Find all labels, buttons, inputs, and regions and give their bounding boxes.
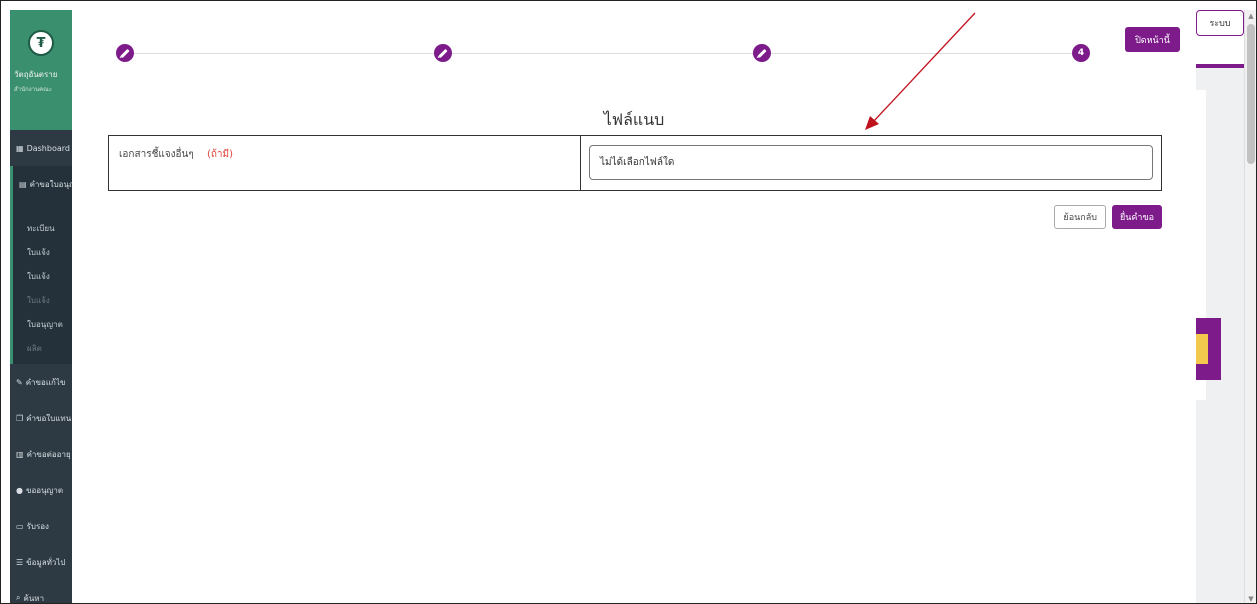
sidebar-item[interactable]: ● ขออนุญาต [10, 472, 72, 508]
step-2-done[interactable] [434, 44, 452, 62]
sidebar-item[interactable]: ▭ รับรอง [10, 508, 72, 544]
sidebar-item-requests[interactable]: ▤ คำขอใบอนุญาต [13, 170, 72, 198]
file-input[interactable]: ไม่ได้เลือกไฟล์ใด [589, 145, 1153, 180]
step-3-done[interactable] [753, 44, 771, 62]
brand-title: วัตถุอันตราย [14, 70, 58, 79]
circle-icon: ● [16, 485, 23, 495]
close-page-button[interactable]: ปิดหน้านี้ [1125, 27, 1180, 52]
optional-marker: (ถ้ามี) [206, 149, 234, 160]
brand-subtitle: สำนักงานคณะ [14, 86, 52, 93]
system-button[interactable]: ระบบ [1196, 10, 1244, 36]
form-actions: ย้อนกลับ ยื่นคำขอ [1054, 205, 1162, 229]
sidebar-subitem[interactable]: ทะเบียน [13, 216, 72, 240]
submit-request-button[interactable]: ยื่นคำขอ [1111, 205, 1162, 229]
background-banner-highlight [1196, 334, 1208, 364]
attachment-modal: 4 ปิดหน้านี้ ไฟล์แนบ เอกสารชี้แจงอื่นๆ (… [72, 10, 1196, 603]
pencil-icon [438, 48, 448, 58]
sidebar-item[interactable]: ❐ คำขอใบแทน [10, 400, 72, 436]
attachment-input-cell: ไม่ได้เลือกไฟล์ใด [581, 136, 1161, 190]
background-sidebar: ₮ วัตถุอันตราย สำนักงานคณะ ▦ Dashboard ▤… [10, 10, 72, 603]
section-title: ไฟล์แนบ [603, 110, 665, 129]
sidebar-item-label: Dashboard [26, 143, 70, 153]
scrollbar-thumb[interactable] [1247, 24, 1255, 164]
sidebar-item-label: ค้นหา [23, 593, 45, 603]
logo-icon: ₮ [28, 30, 54, 56]
background-banner [1196, 318, 1221, 380]
screen: ₮ วัตถุอันตราย สำนักงานคณะ ▦ Dashboard ▤… [0, 0, 1257, 604]
back-button[interactable]: ย้อนกลับ [1054, 205, 1106, 229]
sidebar-item-label: รับรอง [26, 521, 49, 531]
sidebar-subitem[interactable]: ใบแจ้ง [13, 240, 72, 264]
pencil-icon [120, 48, 130, 58]
sidebar-item-dashboard[interactable]: ▦ Dashboard [10, 130, 72, 166]
sidebar-item-label: ขออนุญาต [25, 485, 64, 495]
pencil-icon [757, 48, 767, 58]
trash-icon: ▥ [16, 449, 24, 459]
sidebar-item-label: คำขอต่ออายุ [26, 449, 71, 459]
sidebar-item-label: คำขอแก้ไข [25, 377, 66, 387]
sidebar-item[interactable]: ⌕ ค้นหา [10, 580, 72, 603]
sidebar-item-label: คำขอใบอนุญาต [29, 179, 72, 189]
document-icon: ▤ [19, 179, 27, 189]
progress-stepper: 4 [116, 44, 1090, 62]
sidebar-item[interactable]: ✎ คำขอแก้ไข [10, 364, 72, 400]
id-card-icon: ▭ [16, 521, 24, 531]
scroll-down-icon[interactable]: ▼ [1247, 595, 1255, 603]
sidebar-item-label: คำขอใบแทน [26, 413, 72, 423]
attachment-label-cell: เอกสารชี้แจงอื่นๆ (ถ้ามี) [109, 136, 581, 190]
sidebar-subitem[interactable]: ใบแจ้ง [13, 288, 72, 312]
file-status-text: ไม่ได้เลือกไฟล์ใด [600, 157, 675, 168]
page-scrollbar[interactable]: ▲ ▼ [1244, 10, 1256, 603]
copy-icon: ❐ [16, 413, 24, 423]
step-1-done[interactable] [116, 44, 134, 62]
sidebar-item[interactable]: ▥ คำขอต่ออายุ [10, 436, 72, 472]
stepper-line [125, 53, 1081, 54]
search-icon: ⌕ [16, 593, 21, 602]
list-icon: ☰ [16, 557, 24, 567]
sidebar-item[interactable]: ☰ ข้อมูลทั่วไป [10, 544, 72, 580]
scroll-up-icon[interactable]: ▲ [1247, 12, 1255, 20]
attachment-table: เอกสารชี้แจงอื่นๆ (ถ้ามี) ไม่ได้เลือกไฟล… [108, 135, 1162, 191]
sidebar-subitem[interactable]: ผลิต [13, 336, 72, 360]
edit-icon: ✎ [16, 377, 23, 387]
step-4-current[interactable]: 4 [1072, 44, 1090, 62]
sidebar-subitem[interactable]: ใบอนุญาต [13, 312, 72, 336]
sidebar-subitem[interactable]: ใบแจ้ง [13, 264, 72, 288]
sidebar-group-requests: ▤ คำขอใบอนุญาต ทะเบียน ใบแจ้ง ใบแจ้ง ใบแ… [10, 166, 72, 364]
grid-icon: ▦ [16, 143, 24, 153]
sidebar-brand: ₮ วัตถุอันตราย สำนักงานคณะ [10, 10, 72, 130]
sidebar-item-label: ข้อมูลทั่วไป [26, 557, 66, 567]
attachment-label: เอกสารชี้แจงอื่นๆ [119, 149, 194, 160]
